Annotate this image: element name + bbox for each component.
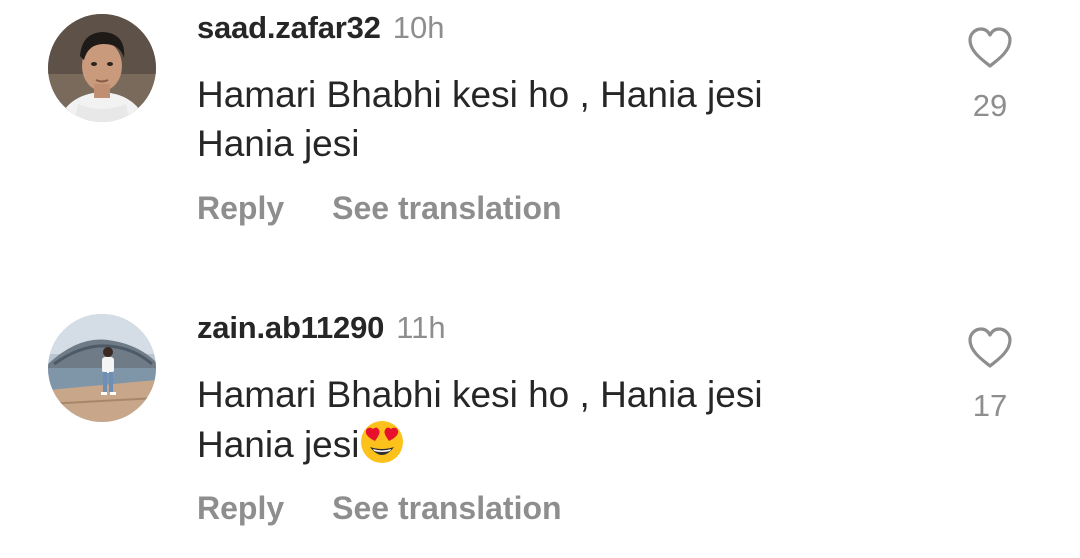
see-translation-button[interactable]: See translation <box>332 490 561 526</box>
avatar-image <box>48 14 156 122</box>
heart-eyes-emoji-icon <box>361 421 404 463</box>
avatar-image <box>48 314 156 422</box>
comment-text-line1: Hamari Bhabhi kesi ho , Hania jesi <box>197 374 763 415</box>
like-count: 17 <box>972 388 1008 423</box>
reply-button[interactable]: Reply <box>197 490 284 526</box>
comment-meta: saad.zafar32 10h <box>197 8 444 48</box>
username[interactable]: zain.ab11290 <box>197 310 384 345</box>
avatar[interactable] <box>48 314 156 422</box>
see-translation-button[interactable]: See translation <box>332 190 561 226</box>
like-control: 29 <box>964 26 1016 124</box>
comment-item: zain.ab11290 11h Hamari Bhabhi kesi ho , … <box>0 300 1080 558</box>
comment-item: saad.zafar32 10h Hamari Bhabhi kesi ho , … <box>0 0 1080 270</box>
username[interactable]: saad.zafar32 <box>197 10 381 45</box>
reply-button[interactable]: Reply <box>197 190 284 226</box>
comment-text: Hamari Bhabhi kesi ho , Hania jesi Hania… <box>197 370 877 469</box>
comment-text-line2: Hania jesi <box>197 424 360 465</box>
timestamp: 10h <box>392 10 445 45</box>
comment-meta: zain.ab11290 11h <box>197 308 446 348</box>
like-control: 17 <box>964 326 1016 424</box>
like-count: 29 <box>972 88 1008 123</box>
heart-icon[interactable] <box>966 326 1014 370</box>
heart-icon[interactable] <box>966 26 1014 70</box>
avatar[interactable] <box>48 14 156 122</box>
comment-actions: Reply See translation <box>197 486 562 530</box>
comment-actions: Reply See translation <box>197 186 562 230</box>
timestamp: 11h <box>396 310 446 345</box>
comment-text-line1: Hamari Bhabhi kesi ho , Hania jesi <box>197 74 763 115</box>
comment-text-line2: Hania jesi <box>197 123 360 164</box>
comment-text: Hamari Bhabhi kesi ho , Hania jesi Hania… <box>197 70 877 168</box>
